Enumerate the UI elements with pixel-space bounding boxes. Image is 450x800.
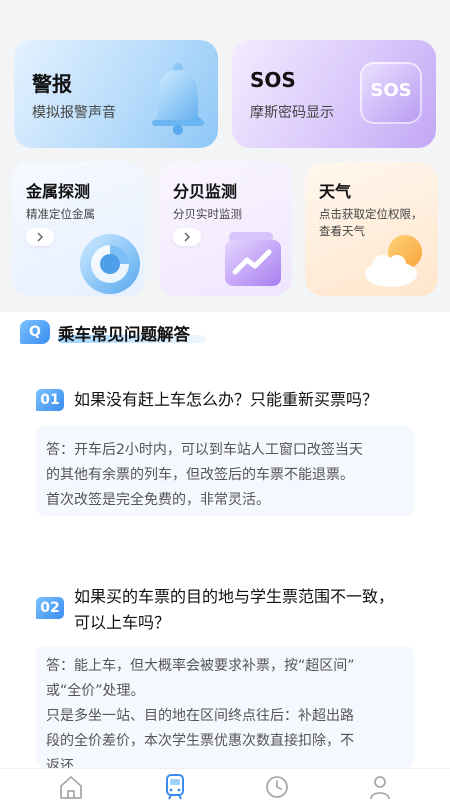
decibel-title: 分贝监测 — [173, 182, 238, 201]
answer-line: 段的全价差价，本次学生票优惠次数直接扣除，不 — [46, 733, 354, 749]
answer-line: 只是多坐一站、目的地在区间终点往后：补超出路 — [46, 708, 354, 724]
home-icon[interactable] — [57, 773, 85, 800]
decibel-arrow-button[interactable] — [173, 228, 201, 246]
weather-subtitle-line-1: 点击获取定位权限， — [319, 207, 423, 221]
metal-title: 金属探测 — [26, 182, 91, 201]
question-text: 如果没有赶上车怎么办？只能重新买票吗？ — [74, 390, 379, 409]
tools-section: 警报 模拟报警声音 SOS 摩斯密码显示 SOS 金属探测 精准定位金属 分贝监… — [0, 0, 450, 312]
chevron-right-icon — [37, 232, 44, 242]
bell-icon — [152, 63, 204, 135]
answer-text: 答：开车后2小时内，可以到车站人工窗口改签当天 的其他有余票的列车，但改签后的车… — [46, 438, 363, 513]
chart-icon — [225, 232, 281, 286]
answer-line: 答：开车后2小时内，可以到车站人工窗口改签当天 — [46, 442, 363, 458]
answer-line: 答：能上车，但大概率会被要求补票，按“超区间” — [46, 658, 355, 674]
chevron-right-icon — [184, 232, 191, 242]
weather-card[interactable]: 天气 点击获取定位权限， 查看天气 — [305, 162, 438, 296]
metal-subtitle: 精准定位金属 — [26, 207, 95, 221]
sos-icon: SOS — [360, 62, 422, 124]
faq-header: Q 乘车常见问题解答 — [18, 316, 278, 346]
alarm-card[interactable]: 警报 模拟报警声音 — [14, 40, 218, 148]
sos-icon-text: SOS — [370, 80, 412, 101]
answer-text: 答：能上车，但大概率会被要求补票，按“超区间” 或“全价”处理。 只是多坐一站、… — [46, 654, 355, 768]
alarm-title: 警报 — [32, 72, 72, 96]
faq-q-icon: Q — [20, 320, 50, 344]
question-text: 如果买的车票的目的地与学生票范围不一致， 可以上车吗？ — [74, 584, 394, 636]
question-number-badge: 01 — [36, 389, 64, 411]
sos-card[interactable]: SOS 摩斯密码显示 SOS — [232, 40, 436, 148]
question-line: 可以上车吗？ — [74, 613, 171, 632]
answer-line: 首次改签是完全免费的，非常灵活。 — [46, 492, 270, 508]
user-icon[interactable] — [366, 773, 394, 800]
metal-detect-card[interactable]: 金属探测 精准定位金属 — [12, 162, 145, 296]
weather-icon — [365, 235, 422, 287]
faq-title: 乘车常见问题解答 — [58, 325, 190, 344]
answer-line: 的其他有余票的列车，但改签后的车票不能退票。 — [46, 467, 354, 483]
radar-icon — [80, 234, 140, 294]
bottom-nav — [0, 768, 450, 800]
answer-clip: 答：能上车，但大概率会被要求补票，按“超区间” 或“全价”处理。 只是多坐一站、… — [46, 654, 414, 768]
sos-title: SOS — [250, 68, 296, 92]
question-number-badge: 02 — [36, 597, 64, 619]
clock-icon[interactable] — [263, 773, 291, 800]
sos-subtitle: 摩斯密码显示 — [250, 105, 334, 121]
weather-title: 天气 — [319, 182, 352, 201]
metal-arrow-button[interactable] — [26, 228, 54, 246]
answer-line: 或“全价”处理。 — [46, 683, 145, 699]
question-line: 如果买的车票的目的地与学生票范围不一致， — [74, 587, 395, 606]
train-icon[interactable] — [161, 773, 189, 800]
decibel-monitor-card[interactable]: 分贝监测 分贝实时监测 — [159, 162, 292, 296]
alarm-subtitle: 模拟报警声音 — [32, 105, 116, 121]
answer-line: 返还 — [46, 758, 74, 768]
decibel-subtitle: 分贝实时监测 — [173, 207, 242, 221]
